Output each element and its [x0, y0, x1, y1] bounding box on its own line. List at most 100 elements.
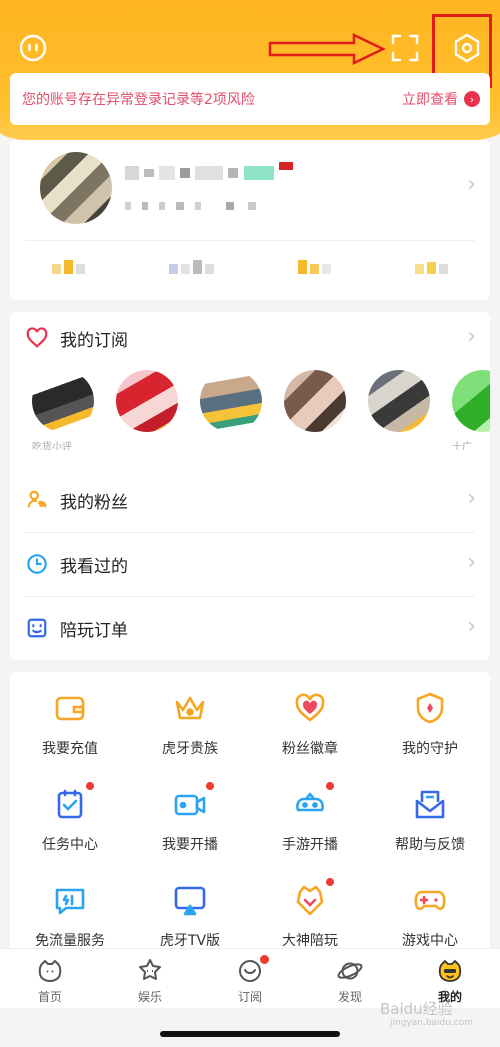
- profile-stats-blurred: [10, 260, 490, 274]
- chevron-right-icon: ›: [467, 550, 476, 575]
- tab-subscribe[interactable]: 订阅: [200, 949, 300, 1008]
- noble-item[interactable]: 虎牙贵族: [130, 690, 250, 758]
- subscription-name: [116, 438, 182, 450]
- free-data-item[interactable]: 免流量服务: [10, 882, 130, 950]
- chevron-right-icon: ›: [467, 614, 476, 639]
- tv-icon: [172, 882, 208, 918]
- grid-item-label: 帮助与反馈: [395, 837, 465, 853]
- guardian-item[interactable]: 我的守护: [370, 690, 490, 758]
- subscription-name: 吃货小评: [32, 442, 72, 450]
- companion-orders-label: 陪玩订单: [60, 620, 128, 641]
- fans-icon: [27, 490, 47, 508]
- entertainment-icon: [139, 959, 161, 980]
- order-icon: [27, 618, 47, 638]
- task-center-item[interactable]: 任务中心: [10, 782, 130, 854]
- shield-icon: [412, 690, 448, 726]
- help-mail-icon: [412, 786, 448, 822]
- divider: [25, 240, 475, 241]
- chevron-right-icon: ›: [464, 91, 480, 107]
- chevron-right-icon: ›: [467, 486, 476, 511]
- subscription-avatar: [284, 370, 346, 432]
- start-stream-item[interactable]: 我要开播: [130, 782, 250, 854]
- alert-action-label: 立即查看: [402, 92, 458, 108]
- home-tiger-icon: [38, 959, 62, 982]
- alert-view-now-link[interactable]: 立即查看 ›: [402, 89, 480, 109]
- subscription-avatar: [32, 370, 94, 432]
- gamepad-cloud-icon: [292, 782, 334, 822]
- camera-icon: [172, 782, 214, 822]
- my-fans-row[interactable]: 我的粉丝 ›: [10, 468, 490, 532]
- subscription-card: 我的订阅 › 吃货小评 十广 我的粉丝 › 我看过的 › 陪玩订单 ›: [10, 312, 490, 660]
- subscription-item[interactable]: [368, 370, 434, 450]
- grid-item-label: 任务中心: [42, 837, 98, 853]
- subscription-name: 十广: [452, 442, 472, 450]
- crown-icon: [172, 690, 208, 726]
- subscription-name: [284, 438, 350, 450]
- tab-label: 首页: [37, 990, 62, 1004]
- alert-message: 您的账号存在异常登录记录等2项风险: [22, 92, 255, 108]
- grid-item-label: 我的守护: [402, 741, 458, 757]
- grid-item-label: 虎牙贵族: [162, 741, 218, 757]
- profile-tiger-icon: [438, 959, 462, 982]
- tab-home[interactable]: 首页: [0, 949, 100, 1008]
- chevron-right-icon: ›: [467, 324, 476, 349]
- game-center-item[interactable]: 游戏中心: [370, 882, 490, 950]
- scan-icon[interactable]: [388, 31, 422, 65]
- planet-icon: [337, 962, 363, 980]
- subscription-avatar: [368, 370, 430, 432]
- profile-card[interactable]: ›: [10, 140, 490, 300]
- feature-grid: 我要充值 虎牙贵族 粉丝徽章 我的守护 任务中心 我要开播 手游开播 帮助与反馈…: [10, 672, 490, 952]
- notification-dot: [260, 955, 269, 964]
- home-indicator: [160, 1031, 340, 1037]
- tv-version-item[interactable]: 虎牙TV版: [130, 882, 250, 950]
- tab-entertainment[interactable]: 娱乐: [100, 949, 200, 1008]
- user-name-blurred: [125, 161, 293, 214]
- watch-history-row[interactable]: 我看过的 ›: [10, 532, 490, 596]
- notification-dot: [326, 782, 334, 790]
- companion-icon: [292, 878, 334, 918]
- subscription-avatar: [116, 370, 178, 432]
- security-alert-banner[interactable]: 您的账号存在异常登录记录等2项风险 立即查看 ›: [10, 73, 490, 125]
- watermark: Baidu经验: [380, 1000, 453, 1018]
- subscription-item[interactable]: [200, 370, 266, 450]
- watch-history-label: 我看过的: [60, 556, 128, 577]
- subscription-item[interactable]: [284, 370, 350, 450]
- grid-item-label: 游戏中心: [402, 933, 458, 949]
- notification-dot: [326, 878, 334, 886]
- clock-icon: [27, 554, 47, 574]
- tab-label: 娱乐: [137, 990, 162, 1004]
- grid-item-label: 我要充值: [42, 741, 98, 757]
- notification-dot: [206, 782, 214, 790]
- user-avatar[interactable]: [40, 152, 112, 224]
- subscription-name: [200, 438, 266, 450]
- subscription-item[interactable]: 吃货小评: [32, 370, 98, 450]
- annotation-arrow: [268, 32, 386, 70]
- mobile-game-stream-item[interactable]: 手游开播: [250, 782, 370, 854]
- grid-item-label: 手游开播: [282, 837, 338, 853]
- subscription-avatar-list[interactable]: 吃货小评 十广: [10, 364, 490, 464]
- controller-icon: [412, 882, 448, 918]
- my-subscriptions-label: 我的订阅: [60, 330, 128, 351]
- task-icon: [52, 782, 94, 822]
- subscription-avatar: [452, 370, 490, 432]
- my-subscriptions-row[interactable]: 我的订阅 ›: [10, 312, 490, 364]
- header: [0, 0, 500, 88]
- subscription-item[interactable]: 十广: [452, 370, 490, 450]
- grid-item-label: 大神陪玩: [282, 933, 338, 949]
- heart-badge-icon: [292, 690, 328, 726]
- companion-orders-row[interactable]: 陪玩订单 ›: [10, 596, 490, 660]
- notification-dot: [86, 782, 94, 790]
- subscription-item[interactable]: [116, 370, 182, 450]
- subscription-avatar: [200, 370, 262, 432]
- my-fans-label: 我的粉丝: [60, 492, 128, 513]
- tab-label: 发现: [337, 990, 362, 1004]
- heart-icon: [26, 327, 48, 348]
- grid-item-label: 免流量服务: [35, 933, 105, 949]
- message-icon[interactable]: [16, 31, 50, 65]
- help-feedback-item[interactable]: 帮助与反馈: [370, 786, 490, 854]
- fan-badge-item[interactable]: 粉丝徽章: [250, 690, 370, 758]
- expert-companion-item[interactable]: 大神陪玩: [250, 878, 370, 950]
- grid-item-label: 我要开播: [162, 837, 218, 853]
- watermark-url: jingyan.baidu.com: [390, 1018, 474, 1028]
- recharge-item[interactable]: 我要充值: [10, 690, 130, 758]
